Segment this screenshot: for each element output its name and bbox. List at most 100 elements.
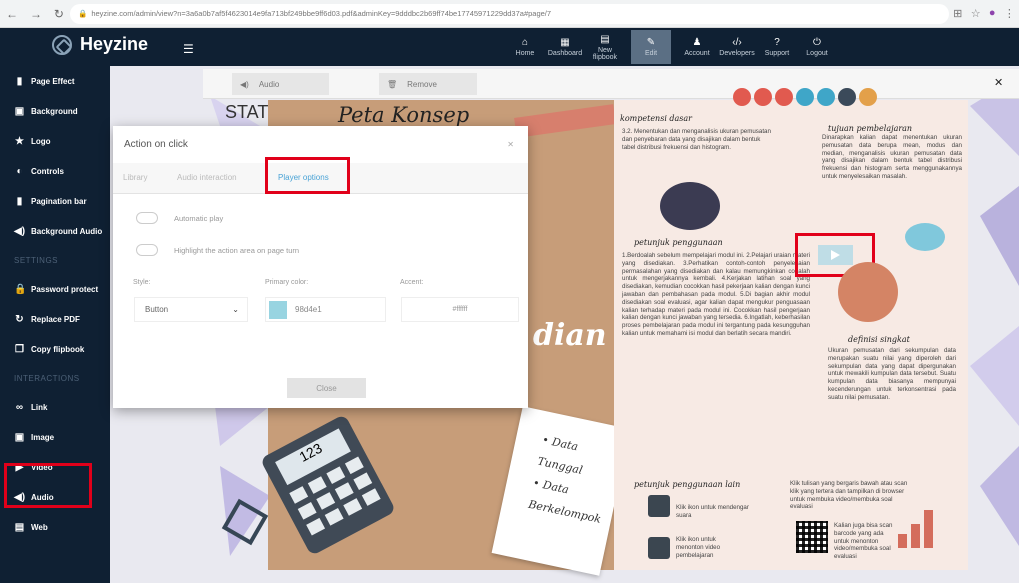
back-icon[interactable]: ← (6, 7, 18, 21)
heading-petunjuk-lain: petunjuk penggunaan lain (634, 480, 741, 489)
text-link-hint: Klik tulisan yang bergaris bawah atau sc… (790, 480, 908, 511)
style-select-value: Button (145, 305, 169, 314)
audio-button[interactable]: ◀) Audio (232, 73, 329, 95)
automatic-play-label: Automatic play (174, 214, 224, 223)
menu-edit[interactable]: ✎ Edit (631, 30, 671, 64)
accent-color-field[interactable]: #ffffff (401, 297, 519, 322)
chevron-down-icon: ⌄ (232, 305, 239, 314)
sidebar-item-replace-pdf[interactable]: ↻ Replace PDF (0, 304, 110, 334)
heyzine-logo-icon (52, 34, 72, 55)
toggle-icon: ◐ (16, 165, 23, 177)
close-icon[interactable]: ✕ (994, 76, 1003, 89)
close-icon[interactable]: ✕ (507, 140, 514, 149)
accent-color-value: #ffffff (452, 306, 468, 313)
sidebar-section-settings: SETTINGS (14, 255, 59, 265)
speaker-icon: ◀) (240, 79, 249, 89)
reload-icon[interactable]: ↻ (54, 7, 64, 21)
sidebar-item-controls[interactable]: ◐ Controls (0, 156, 110, 186)
speech-bubble-illustration (905, 223, 945, 251)
left-page-word: dian (533, 318, 607, 353)
star-icon: ★ (15, 135, 24, 147)
menu-home[interactable]: ⌂ Home (505, 30, 545, 64)
qr-code-icon (796, 521, 828, 553)
video-hint-icon (648, 537, 670, 559)
primary-color-value: 98d4e1 (295, 305, 322, 314)
sidebar-item-password-protect[interactable]: 🔒 Password protect (0, 274, 110, 304)
player-options-highlight-annotation (265, 157, 350, 194)
students-illustration (660, 182, 720, 230)
style-label: Style: (133, 279, 151, 286)
power-icon: ⏻ (813, 37, 821, 48)
sidebar-item-copy-flipbook[interactable]: ❐ Copy flipbook (0, 334, 110, 364)
modal-title: Action on click (124, 139, 188, 150)
audio-hint-icon (648, 495, 670, 517)
translate-icon[interactable]: ⊞ (953, 7, 962, 20)
sidebar-item-image[interactable]: ▣ Image (0, 422, 110, 452)
menu-dashboard[interactable]: ▦ Dashboard (545, 30, 585, 64)
sidebar-item-background-audio[interactable]: ◀) Background Audio (0, 216, 110, 246)
address-bar[interactable]: 🔒 heyzine.com/admin/view?n=3a6a0b7af5f46… (70, 3, 949, 24)
menu-new-flipbook[interactable]: ▤ New flipbook (585, 30, 625, 64)
text-definisi: Ukuran pemusatan dari sekumpulan data me… (828, 347, 956, 401)
code-icon: ‹/› (732, 37, 742, 48)
star-icon[interactable]: ☆ (971, 7, 981, 20)
browser-nav: ← → ↻ (0, 7, 70, 21)
text-video-hint: Klik ikon untuk menonton video pembelaja… (676, 536, 721, 559)
primary-color-label: Primary color: (265, 279, 309, 286)
trash-icon: 🗑 (387, 79, 398, 89)
tab-audio-interaction[interactable]: Audio interaction (177, 173, 237, 182)
left-page-stat: STAT (225, 102, 269, 122)
text-audio-hint: Klik ikon untuk mendengar suara (676, 504, 749, 519)
sidebar-item-link[interactable]: ∞ Link (0, 392, 110, 422)
primary-color-field[interactable]: 98d4e1 (265, 297, 386, 322)
note-line: • Data (531, 476, 571, 497)
speaker-icon: ◀) (14, 225, 26, 237)
help-icon: ? (774, 37, 780, 48)
menu-developers[interactable]: ‹/› Developers (717, 30, 757, 64)
text-tujuan: Dinarapkan kalian dapat menentukan ukura… (822, 134, 962, 180)
highlight-area-label: Highlight the action area on page turn (174, 246, 300, 255)
lock-icon: 🔒 (14, 283, 27, 295)
note-line: • Data (540, 433, 580, 454)
menu-support[interactable]: ? Support (757, 30, 797, 64)
menu-logout[interactable]: ⏻ Logout (797, 30, 837, 64)
sidebar-item-background[interactable]: ▣ Background (0, 96, 110, 126)
menu-account[interactable]: ♟ Account (677, 30, 717, 64)
sidebar-section-interactions: INTERACTIONS (14, 373, 80, 383)
browser-extensions: ⊞ ☆ ● ⋮ (949, 7, 1019, 20)
sidebar-item-page-effect[interactable]: ▮ Page Effect (0, 66, 110, 96)
lock-icon: 🔒 (78, 9, 88, 18)
highlight-area-toggle[interactable] (136, 244, 158, 256)
text-qr-hint: Kalian juga bisa scan barcode yang ada u… (834, 522, 893, 561)
heading-kompetensi: kompetensi dasar (620, 114, 693, 123)
sidebar-item-logo[interactable]: ★ Logo (0, 126, 110, 156)
tab-library[interactable]: Library (123, 173, 147, 182)
menu-toggle-icon[interactable]: ☰ (183, 42, 194, 56)
left-page-title: Peta Konsep (338, 103, 470, 127)
profile-icon[interactable]: ● (989, 7, 996, 20)
sidebar-item-web[interactable]: ▤ Web (0, 512, 110, 542)
color-swatch[interactable] (269, 300, 287, 319)
heading-tujuan: tujuan pembelajaran (828, 124, 913, 133)
url-text: heyzine.com/admin/view?n=3a6a0b7af5f4623… (91, 9, 552, 18)
image-icon: ▣ (14, 105, 25, 117)
audio-highlight-annotation (4, 463, 92, 508)
home-icon: ⌂ (521, 37, 529, 48)
copy-icon: ❐ (15, 343, 24, 355)
web-icon: ▤ (14, 521, 25, 533)
app-logo[interactable]: Heyzine (52, 34, 148, 55)
close-button[interactable]: Close (287, 378, 366, 398)
more-icon[interactable]: ⋮ (1004, 7, 1015, 20)
sidebar-item-pagination-bar[interactable]: ▮ Pagination bar (0, 186, 110, 216)
style-select[interactable]: Button ⌄ (134, 297, 248, 322)
text-kompetensi: 3.2. Menentukan dan menganalisis ukuran … (622, 128, 771, 151)
accent-label: Accent: (400, 279, 424, 286)
play-icon (818, 245, 853, 265)
automatic-play-toggle[interactable] (136, 212, 158, 224)
top-menu: ⌂ Home ▦ Dashboard ▤ New flipbook ✎ Edit ♟ Ac… (505, 30, 837, 64)
dashboard-icon: ▦ (560, 37, 570, 48)
remove-button[interactable]: 🗑 Remove (379, 73, 477, 95)
refresh-icon: ↻ (15, 313, 24, 325)
heading-definisi: definisi singkat (848, 335, 910, 344)
forward-icon[interactable]: → (30, 7, 42, 21)
